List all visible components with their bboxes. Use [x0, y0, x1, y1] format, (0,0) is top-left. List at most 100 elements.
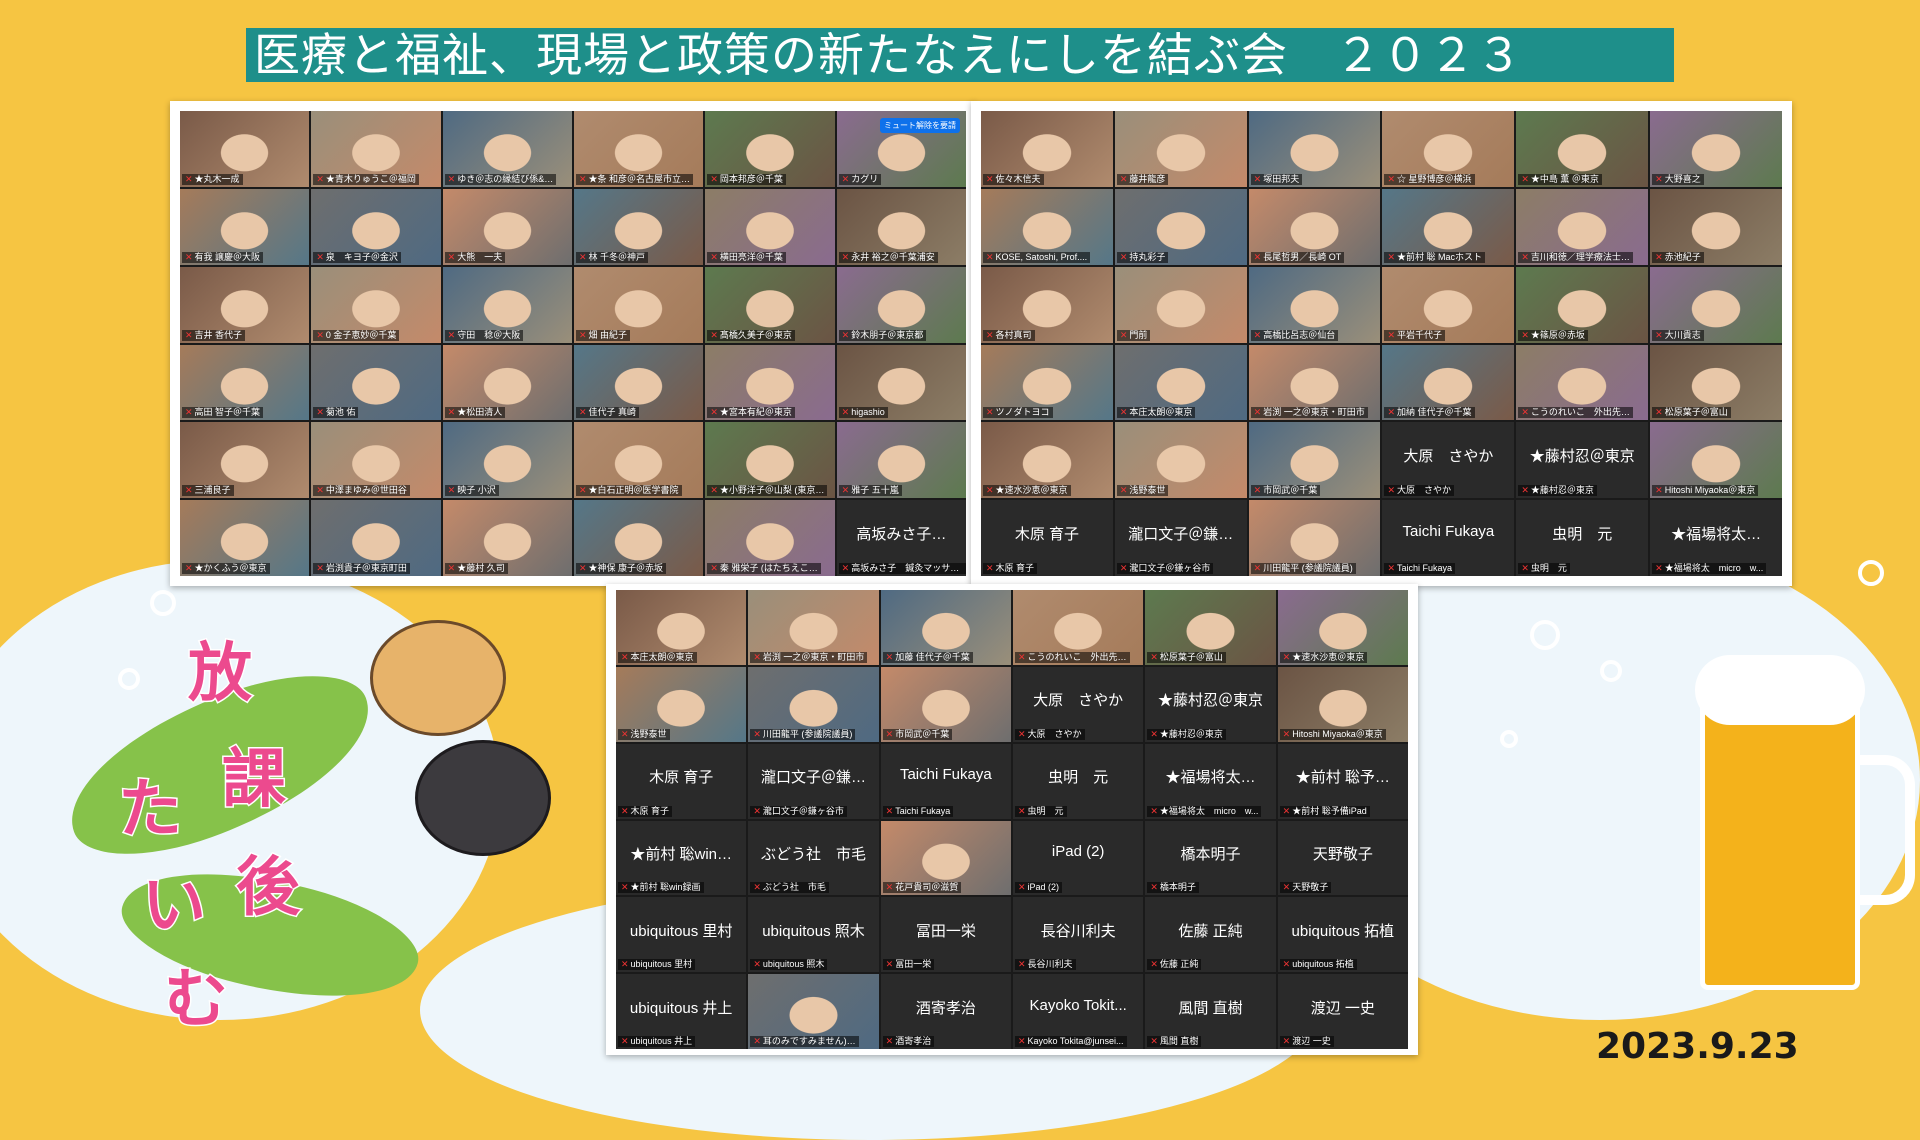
participant-tile[interactable]: 佐藤 正純 ✕ 佐藤 正純 [1145, 897, 1276, 973]
participant-tile[interactable]: Taichi Fukaya ✕ Taichi Fukaya [1382, 500, 1515, 576]
participant-tile[interactable]: ✕ 映子 小沢 [442, 422, 572, 499]
participant-tile[interactable]: ✕ ★条 和彦＠名古屋市立… [573, 111, 704, 187]
participant-tile[interactable]: ✕ 守田 稔＠大阪 [442, 266, 572, 343]
participant-tile[interactable]: 橋本明子 ✕ 橋本明子 [1145, 820, 1276, 896]
participant-tile[interactable]: ★藤村忍＠東京 ✕ ★藤村忍＠東京 [1516, 422, 1649, 499]
participant-tile[interactable]: ★前村 聡win… ✕ ★前村 聡win録画 [616, 820, 747, 896]
participant-tile[interactable]: ✕ 門前 [1114, 266, 1247, 343]
participant-tile[interactable]: ✕ 加納 佳代子＠千葉 [1382, 344, 1515, 421]
participant-tile[interactable]: ✕ 加藤 佳代子＠千葉 [880, 590, 1011, 665]
participant-tile[interactable]: ✕ 岩渕 一之＠東京・町田市 [748, 590, 879, 665]
participant-tile[interactable]: 瀧口文子＠鎌… ✕ 瀧口文子＠鎌ヶ谷市 [748, 743, 879, 819]
participant-tile[interactable]: ubiquitous 里村 ✕ ubiquitous 里村 [616, 897, 747, 973]
participant-tile[interactable]: ✕ ★速水沙恵＠東京 [1277, 590, 1408, 665]
participant-tile[interactable]: ★藤村忍＠東京 ✕ ★藤村忍＠東京 [1145, 666, 1276, 742]
participant-tile[interactable]: ✕ 岡本邦彦＠千葉 [705, 111, 835, 187]
participant-tile[interactable]: ✕ 各村真司 [981, 266, 1113, 343]
participant-tile[interactable]: ✕ 秦 雅栄子 (はたちえこ… [705, 500, 835, 576]
participant-tile[interactable]: 酒寄孝治 ✕ 酒寄孝治 [880, 974, 1011, 1049]
participant-tile[interactable]: ★前村 聡予… ✕ ★前村 聡予備iPad [1277, 743, 1408, 819]
participant-tile[interactable]: ✕ こうのれいこ 外出先… [1012, 590, 1144, 665]
participant-tile[interactable]: ✕ ★神保 康子＠赤坂 [573, 500, 704, 576]
participant-tile[interactable]: ✕ 中澤まゆみ＠世田谷 [311, 422, 441, 499]
participant-tile[interactable]: ✕ 菊池 佑 [311, 344, 441, 421]
participant-tile[interactable]: ✕ ★篠原＠赤坂 [1516, 266, 1649, 343]
participant-tile[interactable]: ✕ Hitoshi Miyaoka＠東京 [1277, 666, 1408, 742]
participant-tile[interactable]: ✕ 平岩千代子 [1382, 266, 1515, 343]
participant-tile[interactable]: ✕ 浅野泰世 [616, 666, 747, 742]
participant-tile[interactable]: ✕ 鈴木朋子＠東京都 [836, 266, 966, 343]
participant-tile[interactable]: ubiquitous 井上 ✕ ubiquitous 井上 [616, 974, 747, 1049]
participant-tile[interactable]: 天野敬子 ✕ 天野敬子 [1277, 820, 1408, 896]
participant-tile[interactable]: ✕ ★中島 薫 ＠東京 [1516, 111, 1649, 187]
participant-tile[interactable]: ✕ こうのれいこ 外出先… [1516, 344, 1649, 421]
participant-tile[interactable]: 虫明 元 ✕ 虫明 元 [1516, 500, 1649, 576]
participant-tile[interactable]: ✕ 岩渕貴子＠東京町田 [311, 500, 441, 576]
participant-tile[interactable]: ✕ 長尾哲男／長崎 OT [1248, 188, 1381, 265]
participant-tile[interactable]: ✕ 川田龍平 (参議院議員) [1248, 500, 1381, 576]
participant-tile[interactable]: ✕ 有我 譲慶＠大阪 [180, 188, 310, 265]
participant-tile[interactable]: ubiquitous 拓植 ✕ ubiquitous 拓植 [1277, 897, 1408, 973]
participant-tile[interactable]: ✕ 川田龍平 (参議院議員) [748, 666, 879, 742]
participant-tile[interactable]: ✕ ★藤村 久司 [442, 500, 572, 576]
participant-tile[interactable]: ✕ 持丸彩子 [1114, 188, 1247, 265]
participant-tile[interactable]: ✕ 佐々木信夫 [981, 111, 1113, 187]
participant-tile[interactable]: ✕ 藤井龍彦 [1114, 111, 1247, 187]
participant-tile[interactable]: ★福場将太… ✕ ★福場将太 micro w... [1650, 500, 1782, 576]
participant-tile[interactable]: ✕ 吉川和徳／理学療法士… [1516, 188, 1649, 265]
participant-tile[interactable]: 高坂みさ子… ✕ 高坂みさ子 鍼灸マッサー… [836, 500, 966, 576]
participant-tile[interactable]: ✕ ★丸木一成 [180, 111, 310, 187]
request-unmute-button[interactable]: ミュート解除を要請 [879, 118, 960, 133]
participant-tile[interactable]: ✕ 浅野泰世 [1114, 422, 1247, 499]
participant-tile[interactable]: ✕ 高田 智子＠千葉 [180, 344, 310, 421]
participant-tile[interactable]: ✕ 市岡武＠千葉 [880, 666, 1011, 742]
participant-tile[interactable]: ✕ ★宮本有紀＠東京 [705, 344, 835, 421]
participant-tile[interactable]: ✕ ☆ 星野博彦＠横浜 [1382, 111, 1515, 187]
participant-tile[interactable]: ✕ ★青木りゅうこ＠福岡 [311, 111, 441, 187]
participant-tile[interactable]: ✕ ★前村 聡 Macホスト [1382, 188, 1515, 265]
participant-tile[interactable]: ✕ 0 金子恵妙＠千葉 [311, 266, 441, 343]
participant-tile[interactable]: 渡辺 一史 ✕ 渡辺 一史 [1277, 974, 1408, 1049]
participant-tile[interactable]: ✕ ★速水沙恵＠東京 [981, 422, 1113, 499]
participant-tile[interactable]: ✕ 本庄太朗＠東京 [1114, 344, 1247, 421]
participant-tile[interactable]: ubiquitous 照木 ✕ ubiquitous 照木 [748, 897, 879, 973]
participant-tile[interactable]: ぶどう社 市毛 ✕ ぶどう社 市毛 [748, 820, 879, 896]
participant-tile[interactable]: 木原 育子 ✕ 木原 育子 [981, 500, 1113, 576]
participant-tile[interactable]: ✕ 耳のみですみません)… [748, 974, 879, 1049]
participant-tile[interactable]: 木原 育子 ✕ 木原 育子 [616, 743, 747, 819]
participant-tile[interactable]: ✕ ツノダトヨコ [981, 344, 1113, 421]
participant-tile[interactable]: ✕ 高橋比呂志＠仙台 [1248, 266, 1381, 343]
participant-tile[interactable]: ✕ 松原葉子＠富山 [1145, 590, 1276, 665]
participant-tile[interactable]: iPad (2) ✕ iPad (2) [1012, 820, 1144, 896]
participant-tile[interactable]: ✕ 雅子 五十嵐 [836, 422, 966, 499]
participant-tile[interactable]: ✕ ★白石正明＠医学書院 [573, 422, 704, 499]
participant-tile[interactable]: 虫明 元 ✕ 虫明 元 [1012, 743, 1144, 819]
participant-tile[interactable]: ✕ 塚田邦夫 [1248, 111, 1381, 187]
participant-tile[interactable]: ✕ ゆき＠志の縁結び係&… [442, 111, 572, 187]
participant-tile[interactable]: ✕ 花戸貴司＠滋賀 [880, 820, 1011, 896]
participant-tile[interactable]: ✕ 髙橋久美子＠東京 [705, 266, 835, 343]
participant-tile[interactable]: ✕ Hitoshi Miyaoka＠東京 [1650, 422, 1782, 499]
participant-tile[interactable]: 長谷川利夫 ✕ 長谷川利夫 [1012, 897, 1144, 973]
participant-tile[interactable]: 風間 直樹 ✕ 風間 直樹 [1145, 974, 1276, 1049]
participant-tile[interactable]: ✕ ★松田清人 [442, 344, 572, 421]
participant-tile[interactable]: ✕ カグリ ミュート解除を要請 [836, 111, 966, 187]
participant-tile[interactable]: 大原 さやか ✕ 大原 さやか [1382, 422, 1515, 499]
participant-tile[interactable]: ✕ 大野喜之 [1650, 111, 1782, 187]
participant-tile[interactable]: 冨田一栄 ✕ 冨田一栄 [880, 897, 1011, 973]
participant-tile[interactable]: 瀧口文子＠鎌… ✕ 瀧口文子＠鎌ヶ谷市 [1114, 500, 1247, 576]
participant-tile[interactable]: ✕ 泉 キヨ子＠金沢 [311, 188, 441, 265]
participant-tile[interactable]: ✕ KOSE, Satoshi, Prof.... [981, 188, 1113, 265]
participant-tile[interactable]: 大原 さやか ✕ 大原 さやか [1012, 666, 1144, 742]
participant-tile[interactable]: ✕ 大熊 一夫 [442, 188, 572, 265]
participant-tile[interactable]: ✕ 林 千冬＠神戸 [573, 188, 704, 265]
participant-tile[interactable]: ✕ 本庄太朗＠東京 [616, 590, 747, 665]
participant-tile[interactable]: Kayoko Tokit... ✕ Kayoko Tokita@junsei... [1012, 974, 1144, 1049]
participant-tile[interactable]: ✕ 畑 由紀子 [573, 266, 704, 343]
participant-tile[interactable]: Taichi Fukaya ✕ Taichi Fukaya [880, 743, 1011, 819]
participant-tile[interactable]: ✕ 松原葉子＠富山 [1650, 344, 1782, 421]
participant-tile[interactable]: ✕ 大川貴志 [1650, 266, 1782, 343]
participant-tile[interactable]: ✕ 赤池紀子 [1650, 188, 1782, 265]
participant-tile[interactable]: ✕ ★かくふう＠東京 [180, 500, 310, 576]
participant-tile[interactable]: ✕ 岩渕 一之＠東京・町田市 [1248, 344, 1381, 421]
